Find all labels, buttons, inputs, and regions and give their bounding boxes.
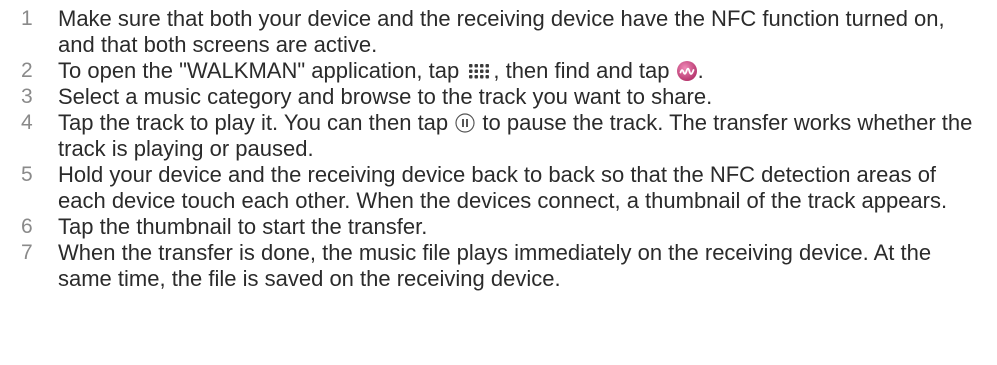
- step-text: When the transfer is done, the music fil…: [58, 240, 932, 291]
- step-text: Hold your device and the receiving devic…: [58, 162, 948, 213]
- step-item: 4 Tap the track to play it. You can then…: [0, 110, 997, 162]
- pause-icon: [454, 112, 476, 134]
- step-item: 1 Make sure that both your device and th…: [0, 6, 997, 58]
- apps-grid-icon: [465, 60, 493, 79]
- step-number: 1: [21, 7, 33, 30]
- steps-list: 1 Make sure that both your device and th…: [0, 0, 997, 292]
- step-number: 6: [21, 215, 33, 238]
- step-text: .: [697, 58, 704, 83]
- step-text: Tap the track to play it. You can then t…: [58, 110, 455, 135]
- step-number: 2: [21, 59, 33, 82]
- instruction-document: 1 Make sure that both your device and th…: [0, 0, 997, 365]
- step-text: Make sure that both your device and the …: [58, 6, 945, 57]
- step-item: 7 When the transfer is done, the music f…: [0, 240, 997, 292]
- step-item: 6 Tap the thumbnail to start the transfe…: [0, 214, 997, 240]
- step-number: 5: [21, 163, 33, 186]
- step-number: 7: [21, 241, 33, 264]
- step-item: 5 Hold your device and the receiving dev…: [0, 162, 997, 214]
- step-number: 3: [21, 85, 33, 108]
- walkman-app-icon: [676, 60, 698, 82]
- step-text: To open the "WALKMAN" application, tap: [58, 58, 466, 83]
- step-item: 2 To open the "WALKMAN" application, tap: [0, 58, 997, 84]
- step-text: , then find and tap: [493, 58, 676, 83]
- step-text: Select a music category and browse to th…: [58, 84, 713, 109]
- step-number: 4: [21, 111, 33, 134]
- step-text: Tap the thumbnail to start the transfer.: [58, 214, 428, 239]
- step-item: 3 Select a music category and browse to …: [0, 84, 997, 110]
